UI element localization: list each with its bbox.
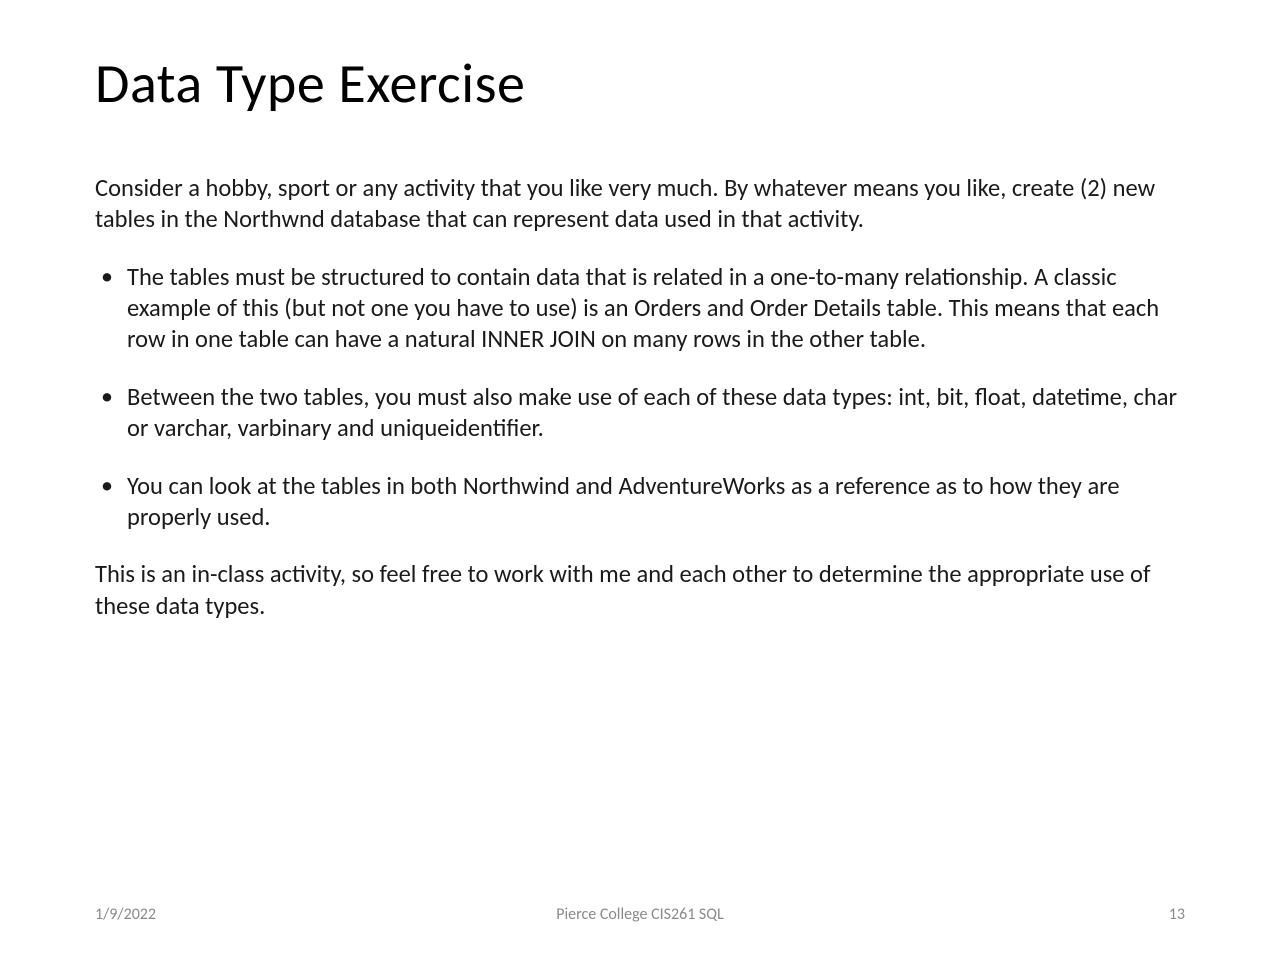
slide-container: Data Type Exercise Consider a hobby, spo… — [0, 0, 1280, 960]
bullet-item: Between the two tables, you must also ma… — [125, 382, 1185, 445]
slide-title: Data Type Exercise — [95, 50, 1185, 118]
slide-footer: 1/9/2022 Pierce College CIS261 SQL 13 — [0, 905, 1280, 924]
footer-page-number: 13 — [1169, 905, 1185, 924]
intro-paragraph: Consider a hobby, sport or any activity … — [95, 173, 1185, 236]
bullet-list: The tables must be structured to contain… — [125, 262, 1185, 534]
outro-paragraph: This is an in-class activity, so feel fr… — [95, 559, 1185, 622]
bullet-item: You can look at the tables in both North… — [125, 471, 1185, 534]
footer-course: Pierce College CIS261 SQL — [556, 905, 724, 924]
footer-date: 1/9/2022 — [95, 905, 156, 924]
bullet-item: The tables must be structured to contain… — [125, 262, 1185, 356]
